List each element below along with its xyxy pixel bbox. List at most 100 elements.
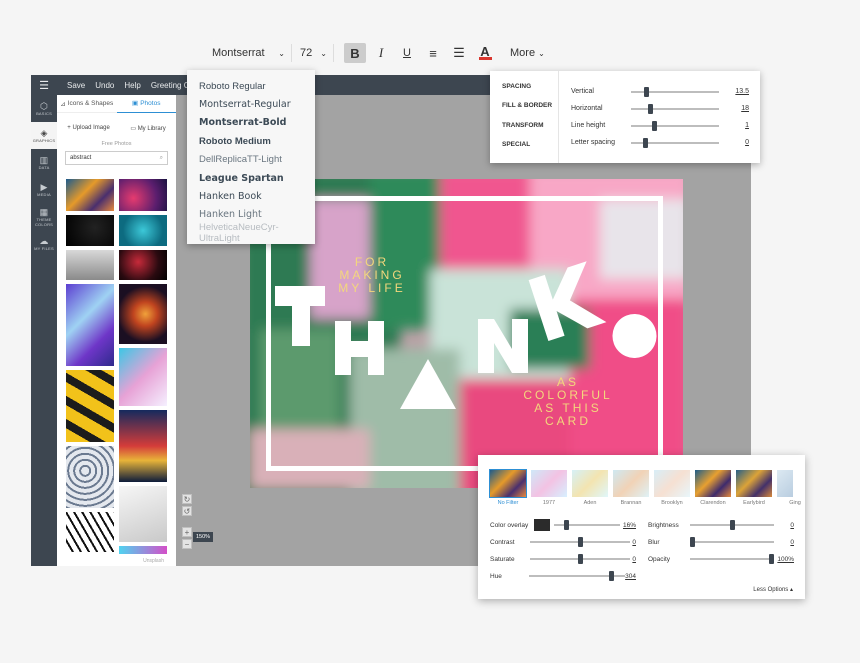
adjust-value[interactable]: 100% (777, 556, 794, 563)
sidebar-item-basics[interactable]: ⬡ BASICS (31, 95, 57, 122)
slider-handle[interactable] (652, 120, 657, 131)
upload-image-button[interactable]: + Upload Image (67, 125, 110, 131)
font-option[interactable]: Montserrat-Bold (187, 114, 315, 132)
italic-button[interactable]: I (370, 43, 392, 63)
adjust-value[interactable]: 16% (623, 522, 636, 529)
photo-thumb[interactable] (66, 284, 114, 366)
photo-search-input[interactable]: abstract ⌕ (65, 151, 168, 165)
filter-thumb[interactable] (613, 470, 649, 497)
card-text-left[interactable]: FOR MAKING MY LIFE (332, 256, 412, 295)
text-color-button[interactable]: A (474, 43, 496, 63)
font-option[interactable]: Montserrat-Regular (187, 95, 315, 113)
adjust-slider[interactable] (530, 554, 630, 564)
bold-button[interactable]: B (344, 43, 366, 63)
filter-thumb[interactable] (489, 469, 527, 498)
photo-thumb[interactable] (66, 512, 114, 552)
sidebar-item-data[interactable]: ▥ DATA (31, 149, 57, 176)
zoom-in-button[interactable]: + (182, 527, 192, 537)
spacing-value[interactable]: 18 (741, 105, 749, 112)
adjust-slider[interactable] (690, 520, 774, 530)
zoom-out-button[interactable]: − (182, 539, 192, 549)
font-size-select[interactable]: 72 ⌄ (292, 44, 334, 62)
tab-fill-border[interactable]: FILL & BORDER (490, 95, 558, 115)
font-option[interactable]: DellReplicaTT-Light (187, 151, 315, 169)
rotate-icon[interactable]: ↻ (182, 494, 192, 504)
my-library-button[interactable]: ▭ My Library (130, 125, 165, 132)
slider-handle[interactable] (648, 103, 653, 114)
slider-handle[interactable] (564, 520, 569, 530)
photo-thumb[interactable] (119, 215, 167, 246)
tab-special[interactable]: SPECIAL (490, 134, 558, 154)
adjust-slider[interactable] (528, 571, 626, 581)
color-swatch[interactable] (534, 519, 550, 531)
filter-thumb[interactable] (777, 470, 793, 497)
photo-thumb[interactable] (119, 410, 167, 482)
spacing-slider[interactable] (631, 86, 719, 97)
menu-icon[interactable]: ☰ (31, 79, 57, 92)
sidebar-item-media[interactable]: ▶ MEDIA (31, 176, 57, 203)
tab-transform[interactable]: TRANSFORM (490, 115, 558, 135)
filter-thumb[interactable] (531, 470, 567, 497)
adjust-value[interactable]: 0 (632, 556, 636, 563)
less-options-button[interactable]: Less Options ▴ (753, 586, 793, 593)
adjust-slider[interactable] (690, 537, 774, 547)
underline-button[interactable]: U (396, 43, 418, 63)
save-button[interactable]: Save (67, 81, 85, 90)
slider-handle[interactable] (643, 137, 648, 148)
adjust-value[interactable]: 304 (625, 573, 636, 580)
align-icon[interactable]: ≡ (422, 43, 444, 63)
adjust-slider[interactable] (530, 537, 630, 547)
tab-photos[interactable]: ▣ Photos (116, 95, 176, 113)
font-option[interactable]: Roboto Medium (187, 132, 315, 150)
slider-handle[interactable] (769, 554, 774, 564)
slider-handle[interactable] (608, 571, 614, 581)
tab-spacing[interactable]: SPACING (490, 76, 558, 96)
photo-thumb[interactable] (119, 179, 167, 211)
photo-thumb[interactable] (119, 250, 167, 280)
sidebar-item-my-files[interactable]: ☁ MY FILES (31, 230, 57, 257)
card-text-right[interactable]: AS COLORFUL AS THIS CARD (518, 376, 618, 428)
font-family-select[interactable]: Montserrat ⌄ (200, 44, 292, 62)
photo-thumb[interactable] (66, 179, 114, 211)
filter-thumb[interactable] (654, 470, 690, 497)
font-option[interactable]: HelveticaNeueCyr-UltraLight (187, 222, 315, 244)
photo-thumb[interactable] (119, 486, 167, 542)
filter-thumb[interactable] (695, 470, 731, 497)
sidebar-item-theme-colors[interactable]: ▦ THEME COLORS (31, 203, 57, 230)
adjust-slider[interactable] (554, 520, 620, 530)
photo-thumb[interactable] (66, 446, 114, 508)
spacing-value[interactable]: 1 (745, 122, 749, 129)
adjust-value[interactable]: 0 (790, 522, 794, 529)
slider-handle[interactable] (730, 520, 735, 530)
photo-thumb[interactable] (119, 546, 167, 554)
filter-thumb[interactable] (572, 470, 608, 497)
sidebar-item-graphics[interactable]: ◈ GRAPHICS (31, 122, 57, 149)
tab-icons-shapes[interactable]: ⊿ Icons & Shapes (57, 95, 117, 113)
photo-thumb[interactable] (66, 250, 114, 280)
adjust-value[interactable]: 0 (632, 539, 636, 546)
font-option[interactable]: Hanken Book (187, 187, 315, 205)
adjust-slider[interactable] (690, 554, 774, 564)
spacing-value[interactable]: 13.5 (735, 88, 749, 95)
help-button[interactable]: Help (124, 81, 140, 90)
spacing-slider[interactable] (631, 137, 719, 148)
undo-button[interactable]: Undo (95, 81, 114, 90)
slider-handle[interactable] (578, 554, 583, 564)
photo-thumb[interactable] (66, 215, 114, 246)
list-icon[interactable]: ☰ (448, 43, 470, 63)
font-option[interactable]: League Spartan (187, 169, 315, 187)
adjust-value[interactable]: 0 (790, 539, 794, 546)
photo-thumb[interactable] (119, 284, 167, 344)
slider-handle[interactable] (690, 537, 695, 547)
spacing-slider[interactable] (631, 120, 719, 131)
slider-handle[interactable] (644, 86, 649, 97)
more-button[interactable]: More ⌄ (510, 47, 545, 59)
spacing-slider[interactable] (631, 103, 719, 114)
filter-thumb[interactable] (736, 470, 772, 497)
slider-handle[interactable] (578, 537, 583, 547)
photo-thumb[interactable] (119, 348, 167, 406)
photo-thumb[interactable] (66, 370, 114, 442)
spacing-value[interactable]: 0 (745, 139, 749, 146)
font-option[interactable]: Roboto Regular (187, 77, 315, 95)
reset-icon[interactable]: ↺ (182, 506, 192, 516)
